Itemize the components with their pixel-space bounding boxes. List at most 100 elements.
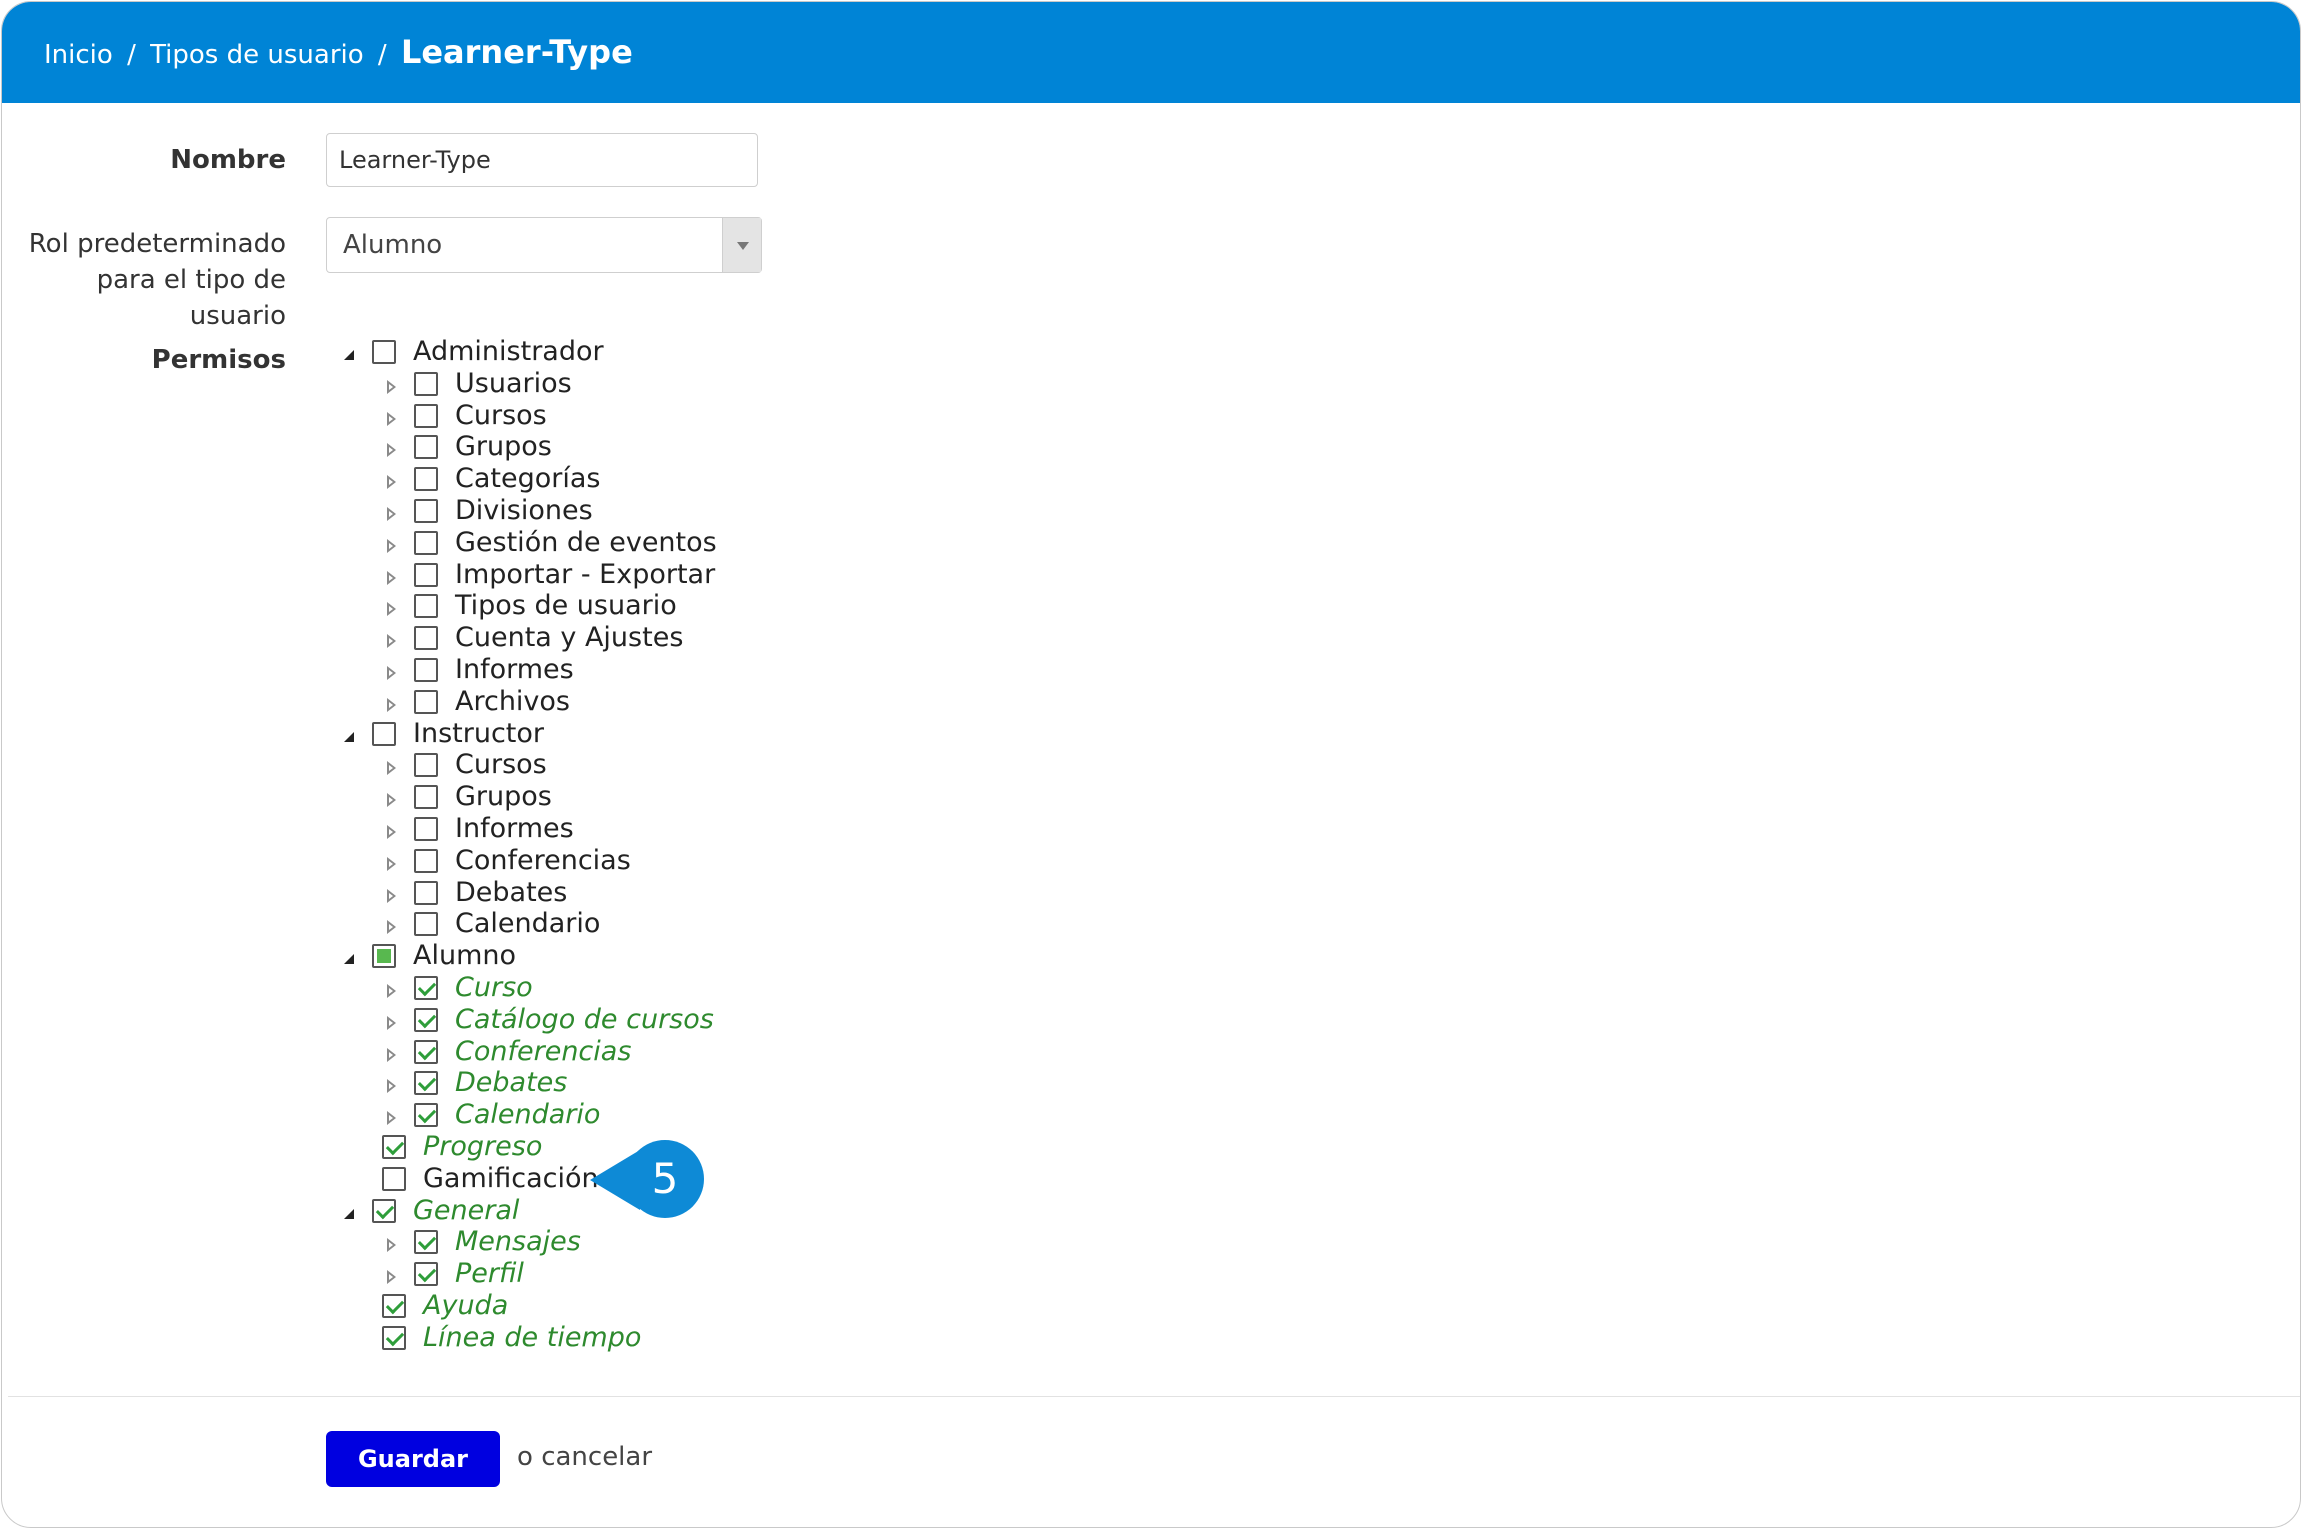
cancel-area: o cancelar — [517, 1442, 652, 1472]
permission-label: Informes — [455, 813, 574, 844]
permission-checkbox[interactable] — [414, 531, 438, 555]
expand-arrow-icon[interactable] — [384, 823, 400, 839]
permission-checkbox[interactable] — [372, 340, 396, 364]
permission-checkbox[interactable] — [414, 658, 438, 682]
permission-checkbox[interactable] — [382, 1135, 406, 1159]
permission-checkbox[interactable] — [414, 753, 438, 777]
default-role-select[interactable]: Alumno — [326, 217, 762, 273]
name-input[interactable] — [326, 133, 758, 187]
collapse-arrow-icon[interactable] — [342, 346, 358, 362]
permission-checkbox[interactable] — [414, 690, 438, 714]
expand-arrow-icon[interactable] — [384, 632, 400, 648]
expand-arrow-icon[interactable] — [384, 887, 400, 903]
permission-checkbox[interactable] — [414, 626, 438, 650]
collapse-arrow-icon[interactable] — [342, 1205, 358, 1221]
expand-arrow-icon[interactable] — [384, 1014, 400, 1030]
permission-checkbox[interactable] — [372, 1199, 396, 1223]
permission-label: Archivos — [455, 686, 571, 717]
expand-arrow-icon[interactable] — [384, 378, 400, 394]
permission-checkbox[interactable] — [414, 849, 438, 873]
expand-arrow-icon[interactable] — [384, 918, 400, 934]
permission-checkbox[interactable] — [414, 563, 438, 587]
or-text: o — [517, 1442, 533, 1472]
permission-checkbox[interactable] — [414, 372, 438, 396]
permission-label: Alumno — [413, 940, 517, 971]
permission-checkbox[interactable] — [382, 1294, 406, 1318]
permission-label: Grupos — [455, 431, 552, 462]
permission-checkbox[interactable] — [382, 1326, 406, 1350]
default-role-value: Alumno — [343, 230, 443, 260]
expand-arrow-icon[interactable] — [384, 855, 400, 871]
permission-checkbox[interactable] — [414, 1008, 438, 1032]
permission-label: Progreso — [423, 1131, 543, 1162]
permission-checkbox[interactable] — [414, 881, 438, 905]
permission-checkbox[interactable] — [414, 1230, 438, 1254]
default-role-label-line2: para el tipo de usuario — [96, 265, 286, 331]
permission-label: Gamificación — [423, 1163, 599, 1194]
permission-label: Debates — [455, 877, 568, 908]
permission-label: Usuarios — [455, 368, 572, 399]
callout-number: 5 — [626, 1140, 704, 1218]
permission-checkbox[interactable] — [414, 435, 438, 459]
permission-checkbox[interactable] — [414, 817, 438, 841]
permission-checkbox[interactable] — [372, 944, 396, 968]
permission-checkbox[interactable] — [414, 785, 438, 809]
permission-checkbox[interactable] — [414, 467, 438, 491]
permission-checkbox[interactable] — [372, 722, 396, 746]
permission-checkbox[interactable] — [414, 499, 438, 523]
permission-checkbox[interactable] — [414, 1071, 438, 1095]
expand-arrow-icon[interactable] — [384, 791, 400, 807]
save-button[interactable]: Guardar — [326, 1431, 500, 1487]
permission-label: Categorías — [455, 463, 601, 494]
permission-label: Perfil — [455, 1258, 524, 1289]
permission-checkbox[interactable] — [414, 594, 438, 618]
permission-label: General — [413, 1195, 520, 1226]
permission-checkbox[interactable] — [382, 1167, 406, 1191]
permission-label: Cursos — [455, 749, 547, 780]
permission-checkbox[interactable] — [414, 1103, 438, 1127]
expand-arrow-icon[interactable] — [384, 1077, 400, 1093]
permission-label: Importar - Exportar — [455, 559, 716, 590]
chevron-down-icon[interactable] — [722, 218, 761, 272]
permission-label: Grupos — [455, 781, 552, 812]
permission-checkbox[interactable] — [414, 912, 438, 936]
expand-arrow-icon[interactable] — [384, 1268, 400, 1284]
permission-label: Gestión de eventos — [455, 527, 717, 558]
permission-label: Cuenta y Ajustes — [455, 622, 684, 653]
permission-checkbox[interactable] — [414, 976, 438, 1000]
expand-arrow-icon[interactable] — [384, 1236, 400, 1252]
user-type-panel: Inicio / Tipos de usuario / Learner-Type… — [1, 1, 2301, 1528]
expand-arrow-icon[interactable] — [384, 600, 400, 616]
permission-label: Conferencias — [455, 1036, 632, 1067]
expand-arrow-icon[interactable] — [384, 696, 400, 712]
permission-checkbox[interactable] — [414, 1040, 438, 1064]
permission-label: Debates — [455, 1067, 568, 1098]
breadcrumb-separator: / — [377, 40, 387, 70]
expand-arrow-icon[interactable] — [384, 410, 400, 426]
expand-arrow-icon[interactable] — [384, 759, 400, 775]
expand-arrow-icon[interactable] — [384, 982, 400, 998]
footer-divider — [8, 1396, 2300, 1397]
expand-arrow-icon[interactable] — [384, 441, 400, 457]
expand-arrow-icon[interactable] — [384, 473, 400, 489]
breadcrumb-home-link[interactable]: Inicio — [44, 40, 113, 70]
permission-checkbox[interactable] — [414, 404, 438, 428]
permission-label: Calendario — [455, 1099, 601, 1130]
expand-arrow-icon[interactable] — [384, 1046, 400, 1062]
breadcrumb-section-link[interactable]: Tipos de usuario — [150, 40, 364, 70]
expand-arrow-icon[interactable] — [384, 537, 400, 553]
step-callout: 5 — [590, 1140, 710, 1218]
permission-checkbox[interactable] — [414, 1262, 438, 1286]
permission-label: Ayuda — [423, 1290, 509, 1321]
default-role-label: Rol predeterminado para el tipo de usuar… — [2, 226, 286, 334]
expand-arrow-icon[interactable] — [384, 1109, 400, 1125]
collapse-arrow-icon[interactable] — [342, 950, 358, 966]
cancel-link[interactable]: cancelar — [541, 1442, 652, 1472]
permission-label: Instructor — [413, 718, 544, 749]
default-role-label-line1: Rol predeterminado — [28, 229, 286, 259]
collapse-arrow-icon[interactable] — [342, 728, 358, 744]
expand-arrow-icon[interactable] — [384, 505, 400, 521]
expand-arrow-icon[interactable] — [384, 664, 400, 680]
expand-arrow-icon[interactable] — [384, 569, 400, 585]
name-label: Nombre — [170, 145, 286, 175]
